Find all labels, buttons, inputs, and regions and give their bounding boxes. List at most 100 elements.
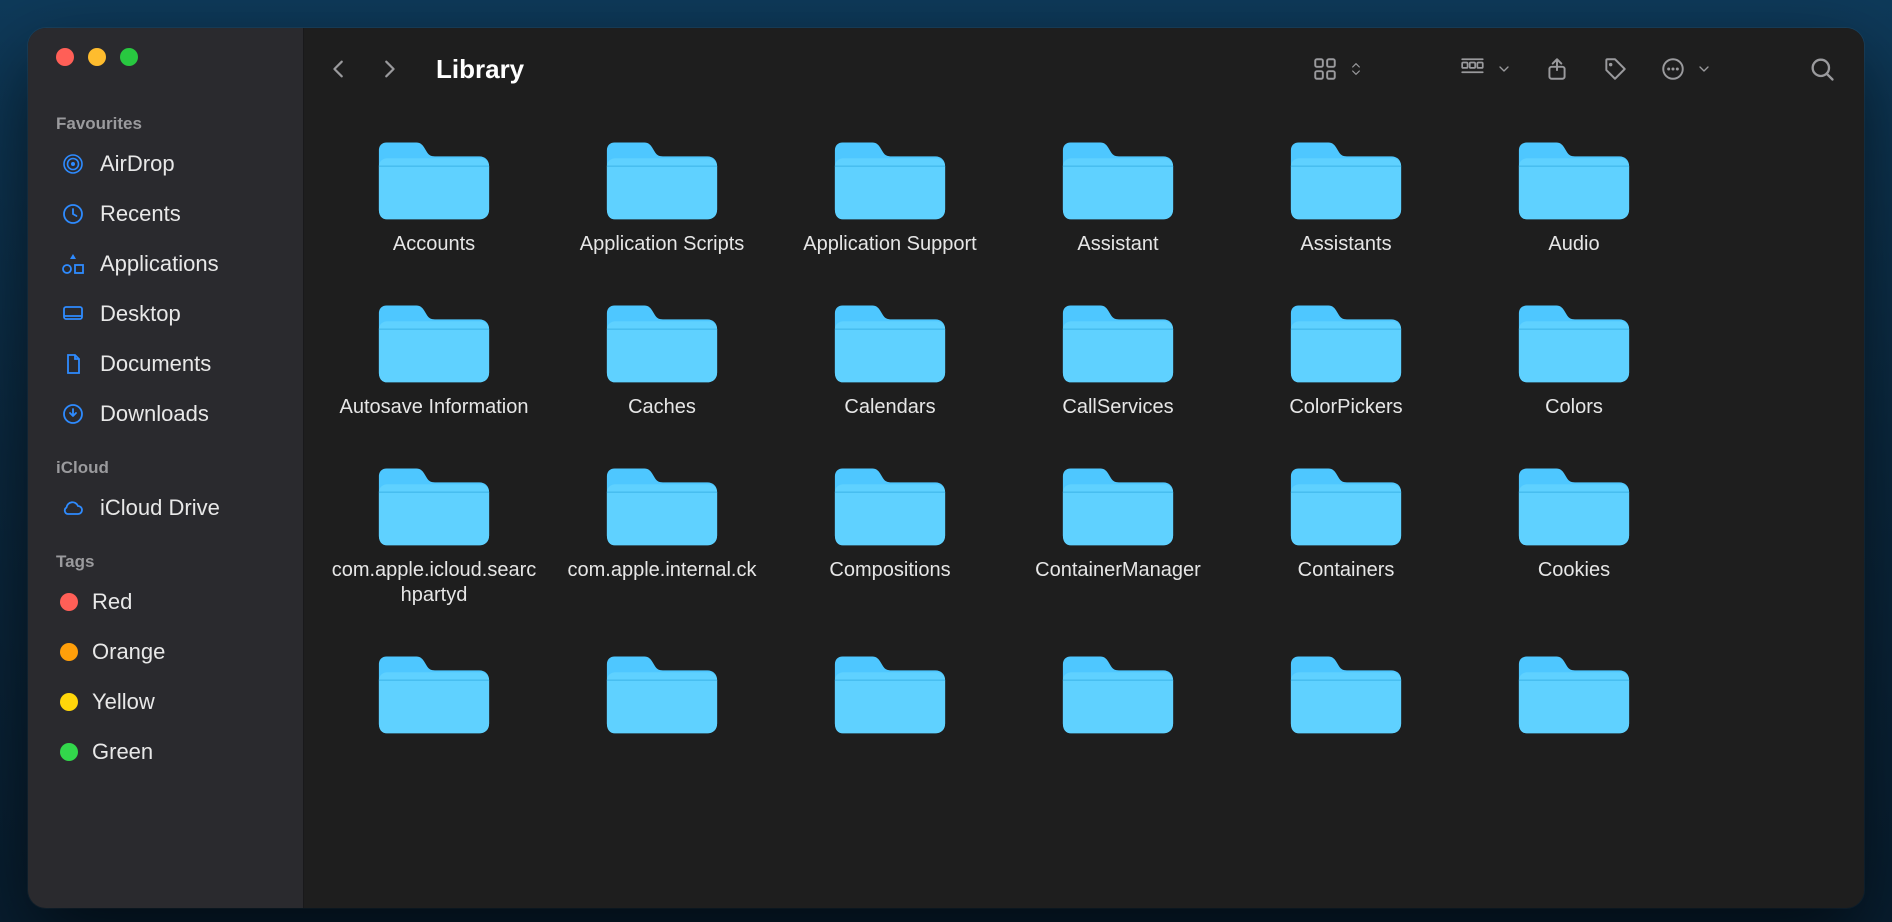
- sidebar-item-applications[interactable]: Applications: [36, 240, 295, 288]
- folder-item[interactable]: ContainerManager: [1008, 446, 1228, 608]
- folder-icon: [1057, 126, 1179, 226]
- window-title: Library: [436, 54, 524, 85]
- sidebar-item-downloads[interactable]: Downloads: [36, 390, 295, 438]
- tags-button[interactable]: [1598, 52, 1632, 86]
- folder-label: Accounts: [393, 232, 475, 257]
- folder-label: ContainerManager: [1035, 558, 1201, 583]
- folder-icon: [829, 126, 951, 226]
- folder-item[interactable]: ColorPickers: [1236, 283, 1456, 420]
- folder-item[interactable]: Assistants: [1236, 120, 1456, 257]
- sidebar-item-label: Yellow: [92, 689, 155, 715]
- sidebar-item-label: AirDrop: [100, 151, 175, 177]
- folder-icon: [601, 640, 723, 740]
- close-button[interactable]: [56, 48, 74, 66]
- sidebar-item-label: Documents: [100, 351, 211, 377]
- folder-icon: [829, 452, 951, 552]
- folder-item[interactable]: Application Scripts: [552, 120, 772, 257]
- folder-item[interactable]: [1464, 634, 1684, 746]
- sidebar-item-desktop[interactable]: Desktop: [36, 290, 295, 338]
- sidebar: Favourites AirDrop Recents Applications …: [28, 28, 304, 908]
- tag-dot-icon: [60, 593, 78, 611]
- sidebar-item-airdrop[interactable]: AirDrop: [36, 140, 295, 188]
- folder-item[interactable]: [780, 634, 1000, 746]
- folder-item[interactable]: CallServices: [1008, 283, 1228, 420]
- folder-item[interactable]: Caches: [552, 283, 772, 420]
- folder-label: Autosave Information: [340, 395, 529, 420]
- folder-label: Containers: [1298, 558, 1395, 583]
- desktop-icon: [60, 301, 86, 327]
- folder-icon: [1057, 289, 1179, 389]
- folder-item[interactable]: Audio: [1464, 120, 1684, 257]
- download-icon: [60, 401, 86, 427]
- folder-icon: [601, 452, 723, 552]
- content-area: Accounts Application Scripts Application S…: [304, 110, 1864, 908]
- chevron-down-icon: [1492, 57, 1516, 81]
- nav-arrows: [328, 54, 400, 84]
- share-button[interactable]: [1540, 52, 1574, 86]
- folder-icon: [1285, 289, 1407, 389]
- back-button[interactable]: [328, 54, 350, 84]
- folder-item[interactable]: Assistant: [1008, 120, 1228, 257]
- tag-dot-icon: [60, 643, 78, 661]
- folder-label: Colors: [1545, 395, 1603, 420]
- sidebar-tag-orange[interactable]: Orange: [36, 628, 295, 676]
- sidebar-item-label: Desktop: [100, 301, 181, 327]
- folder-icon: [373, 640, 495, 740]
- folder-item[interactable]: Cookies: [1464, 446, 1684, 608]
- forward-button[interactable]: [378, 54, 400, 84]
- folder-label: Compositions: [829, 558, 950, 583]
- folder-label: com.apple.internal.ck: [568, 558, 757, 583]
- sidebar-item-label: Green: [92, 739, 153, 765]
- sidebar-item-documents[interactable]: Documents: [36, 340, 295, 388]
- folder-item[interactable]: Accounts: [324, 120, 544, 257]
- folder-icon: [373, 289, 495, 389]
- view-mode-control[interactable]: [1308, 52, 1368, 86]
- folder-icon: [601, 289, 723, 389]
- folder-item[interactable]: Colors: [1464, 283, 1684, 420]
- folder-item[interactable]: [1236, 634, 1456, 746]
- folder-item[interactable]: [1008, 634, 1228, 746]
- folder-item[interactable]: Autosave Information: [324, 283, 544, 420]
- folder-grid: Accounts Application Scripts Application S…: [324, 120, 1844, 746]
- folder-item[interactable]: [552, 634, 772, 746]
- folder-label: Caches: [628, 395, 696, 420]
- more-icon: [1656, 52, 1690, 86]
- folder-label: com.apple.icloud.searchpartyd: [329, 558, 539, 608]
- folder-item[interactable]: com.apple.icloud.searchpartyd: [324, 446, 544, 608]
- maximize-button[interactable]: [120, 48, 138, 66]
- sidebar-tag-yellow[interactable]: Yellow: [36, 678, 295, 726]
- folder-item[interactable]: [324, 634, 544, 746]
- folder-label: Audio: [1548, 232, 1599, 257]
- sidebar-section-icloud: iCloud: [28, 440, 303, 482]
- actions-menu-button[interactable]: [1656, 52, 1716, 86]
- main-area: Library AccountsApplicat: [304, 28, 1864, 908]
- search-button[interactable]: [1804, 51, 1840, 87]
- folder-item[interactable]: Calendars: [780, 283, 1000, 420]
- folder-icon: [1285, 452, 1407, 552]
- applications-icon: [60, 251, 86, 277]
- folder-icon: [1057, 452, 1179, 552]
- sidebar-section-tags: Tags: [28, 534, 303, 576]
- sidebar-item-recents[interactable]: Recents: [36, 190, 295, 238]
- group-icon: [1456, 52, 1490, 86]
- folder-icon: [601, 126, 723, 226]
- folder-icon: [1285, 126, 1407, 226]
- group-by-control[interactable]: [1456, 52, 1516, 86]
- minimize-button[interactable]: [88, 48, 106, 66]
- folder-item[interactable]: Compositions: [780, 446, 1000, 608]
- document-icon: [60, 351, 86, 377]
- folder-icon: [1285, 640, 1407, 740]
- sidebar-item-label: Recents: [100, 201, 181, 227]
- cloud-icon: [60, 495, 86, 521]
- folder-item[interactable]: Application Support: [780, 120, 1000, 257]
- folder-icon: [1513, 452, 1635, 552]
- folder-item[interactable]: Containers: [1236, 446, 1456, 608]
- folder-label: Application Scripts: [580, 232, 745, 257]
- folder-icon: [373, 126, 495, 226]
- updown-icon: [1344, 55, 1368, 83]
- sidebar-tag-green[interactable]: Green: [36, 728, 295, 776]
- folder-icon: [829, 289, 951, 389]
- folder-item[interactable]: com.apple.internal.ck: [552, 446, 772, 608]
- sidebar-item-icloud-drive[interactable]: iCloud Drive: [36, 484, 295, 532]
- sidebar-tag-red[interactable]: Red: [36, 578, 295, 626]
